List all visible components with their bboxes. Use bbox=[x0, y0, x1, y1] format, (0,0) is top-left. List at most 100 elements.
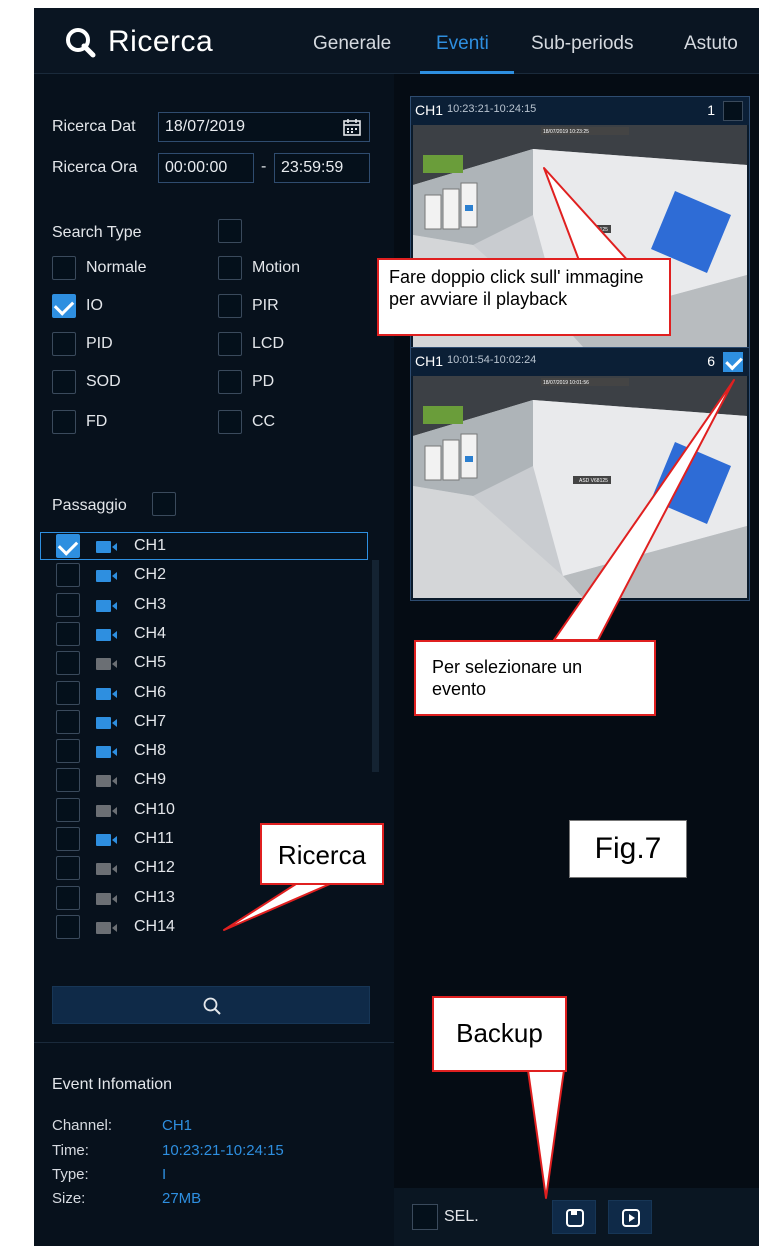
select-all-checkbox[interactable] bbox=[412, 1204, 438, 1230]
time-end-field[interactable]: 23:59:59 bbox=[274, 153, 370, 183]
tab-sub-periods[interactable]: Sub-periods bbox=[531, 33, 633, 55]
channel-label: CH5 bbox=[134, 654, 167, 672]
search-icon bbox=[66, 28, 96, 58]
camera-icon bbox=[96, 863, 118, 876]
backup-callout: Backup bbox=[432, 996, 567, 1072]
passaggio-label: Passaggio bbox=[52, 497, 127, 514]
channel-checkbox-ch3[interactable] bbox=[56, 592, 80, 617]
type-checkbox-lcd[interactable] bbox=[218, 332, 242, 356]
channel-label: CH7 bbox=[134, 712, 167, 730]
channel-checkbox-ch10[interactable] bbox=[56, 797, 80, 822]
channel-checkbox-ch2[interactable] bbox=[56, 563, 80, 588]
channel-checkbox-ch12[interactable] bbox=[56, 856, 80, 881]
channel-label: CH1 bbox=[134, 537, 167, 554]
type-info-value: I bbox=[162, 1166, 167, 1183]
tab-astuto[interactable]: Astuto bbox=[684, 33, 738, 55]
tab-eventi[interactable]: Eventi bbox=[436, 33, 489, 55]
channel-checkbox-ch6[interactable] bbox=[56, 680, 80, 705]
type-checkbox-pir[interactable] bbox=[218, 294, 242, 318]
type-label-lcd: LCD bbox=[252, 335, 285, 352]
search-type-all-checkbox[interactable] bbox=[218, 219, 242, 243]
type-checkbox-normale[interactable] bbox=[52, 256, 76, 280]
channel-info-label: Channel: bbox=[52, 1117, 113, 1134]
calendar-icon[interactable] bbox=[343, 118, 361, 136]
save-icon bbox=[566, 1209, 584, 1227]
event-video-preview[interactable]: ASD V68125 18/07/2019 10:01:56 bbox=[413, 376, 747, 598]
camera-icon bbox=[96, 570, 118, 583]
type-info-label: Type: bbox=[52, 1166, 89, 1183]
event-select-checkbox[interactable] bbox=[723, 101, 743, 121]
channel-checkbox-ch1[interactable] bbox=[56, 534, 80, 558]
type-checkbox-fd[interactable] bbox=[52, 410, 76, 434]
event-time: 10:23:21-10:24:15 bbox=[447, 103, 537, 115]
channel-checkbox-ch14[interactable] bbox=[56, 914, 80, 939]
camera-icon bbox=[96, 775, 118, 788]
channel-checkbox-ch5[interactable] bbox=[56, 651, 80, 676]
channel-checkbox-ch8[interactable] bbox=[56, 739, 80, 764]
search-date-field[interactable]: 18/07/2019 bbox=[158, 112, 370, 142]
type-label-pd: PD bbox=[252, 373, 275, 390]
event-title-bar: CH1 10:01:54-10:02:24 6 bbox=[411, 348, 749, 376]
channel-label: CH4 bbox=[134, 624, 167, 642]
type-checkbox-sod[interactable] bbox=[52, 370, 76, 394]
channel-label: CH9 bbox=[134, 771, 167, 789]
event-channel: CH1 bbox=[415, 102, 444, 118]
tab-generale[interactable]: Generale bbox=[313, 33, 391, 55]
header-bar: Ricerca Generale Eventi Sub-periods Astu… bbox=[34, 8, 759, 74]
search-button[interactable] bbox=[52, 986, 370, 1024]
channel-checkbox-ch9[interactable] bbox=[56, 768, 80, 793]
type-label-pid: PID bbox=[86, 335, 113, 352]
type-checkbox-io[interactable] bbox=[52, 294, 76, 318]
time-start-field[interactable]: 00:00:00 bbox=[158, 153, 254, 183]
size-info-label: Size: bbox=[52, 1190, 86, 1207]
event-title-bar: CH1 10:23:21-10:24:15 1 bbox=[411, 97, 749, 125]
type-label-fd: FD bbox=[86, 413, 108, 430]
time-start-value: 00:00:00 bbox=[165, 159, 228, 176]
size-info-value: 27MB bbox=[162, 1190, 202, 1207]
time-end-value: 23:59:59 bbox=[281, 159, 344, 176]
backup-callout-text: Backup bbox=[456, 1018, 543, 1048]
channel-label: CH12 bbox=[134, 859, 175, 877]
play-button[interactable] bbox=[608, 1200, 652, 1234]
time-info-value: 10:23:21-10:24:15 bbox=[162, 1142, 284, 1159]
camera-icon bbox=[96, 834, 118, 846]
type-checkbox-cc[interactable] bbox=[218, 410, 242, 434]
channel-checkbox-ch13[interactable] bbox=[56, 885, 80, 910]
channel-label: CH6 bbox=[134, 683, 167, 701]
type-checkbox-pid[interactable] bbox=[52, 332, 76, 356]
event-select-checkbox[interactable] bbox=[723, 352, 743, 372]
channel-checkbox-ch4[interactable] bbox=[56, 621, 80, 646]
event-channel: CH1 bbox=[415, 353, 444, 369]
camera-icon bbox=[96, 658, 118, 671]
channel-label: CH8 bbox=[134, 742, 167, 760]
select-all-label: SEL. bbox=[444, 1208, 479, 1225]
time-separator: - bbox=[261, 158, 267, 175]
type-checkbox-pd[interactable] bbox=[218, 370, 242, 394]
playback-callout: Fare doppio click sull' immagine per avv… bbox=[377, 258, 671, 336]
select-event-callout-text: Per selezionare un evento bbox=[432, 657, 583, 699]
channel-list-scrollbar[interactable] bbox=[372, 560, 379, 772]
camera-icon bbox=[96, 628, 118, 641]
type-label-cc: CC bbox=[252, 413, 276, 430]
channel-label: CH11 bbox=[134, 830, 174, 847]
backup-button[interactable] bbox=[552, 1200, 596, 1234]
select-event-callout: Per selezionare un evento bbox=[414, 640, 656, 716]
channel-checkbox-ch7[interactable] bbox=[56, 709, 80, 734]
passaggio-checkbox[interactable] bbox=[152, 492, 176, 516]
search-time-label: Ricerca Ora bbox=[52, 159, 138, 176]
type-checkbox-motion[interactable] bbox=[218, 256, 242, 280]
channel-selection-highlight bbox=[40, 532, 368, 560]
channel-checkbox-ch11[interactable] bbox=[56, 827, 80, 851]
divider bbox=[34, 1042, 394, 1043]
camera-id-overlay: ASD V68125 bbox=[579, 478, 608, 484]
timestamp-overlay: 18/07/2019 10:01:56 bbox=[543, 380, 589, 386]
event-number: 1 bbox=[707, 102, 715, 118]
event-thumbnail[interactable]: CH1 10:01:54-10:02:24 6 ASD V68125 18/07/201… bbox=[410, 347, 750, 601]
camera-icon bbox=[96, 599, 118, 612]
channel-label: CH13 bbox=[134, 888, 175, 906]
figure-label-text: Fig.7 bbox=[594, 832, 662, 865]
channel-label: CH14 bbox=[134, 917, 175, 935]
page-title-text: Ricerca bbox=[108, 25, 214, 58]
camera-icon bbox=[96, 804, 118, 817]
type-label-sod: SOD bbox=[86, 373, 121, 390]
